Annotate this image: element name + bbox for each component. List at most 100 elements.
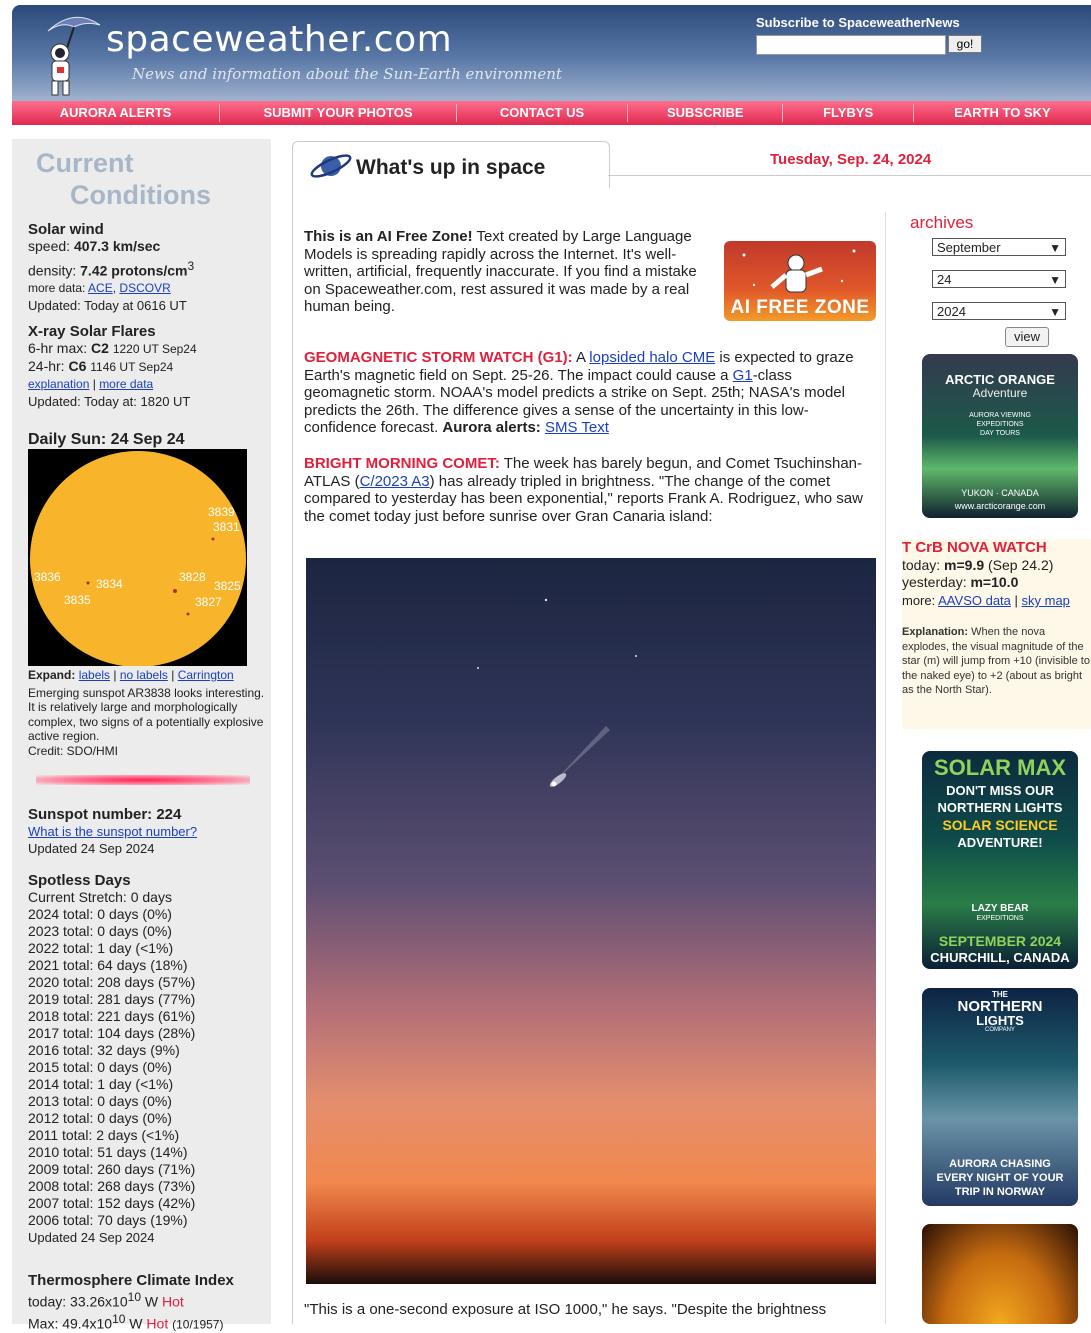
- xray-flares-block: X-ray Solar Flares 6-hr max: C2 1220 UT …: [28, 323, 268, 410]
- solar-max-ad[interactable]: SOLAR MAX DON'T MISS OUR NORTHERN LIGHTS…: [922, 751, 1078, 969]
- density-label: density:: [28, 262, 77, 279]
- sunspot-label: 3831: [213, 520, 240, 534]
- ad3-line3: LIGHTS: [976, 1013, 1024, 1028]
- xray-explanation-link[interactable]: explanation: [28, 377, 89, 391]
- sunspot-what-link[interactable]: What is the sunspot number?: [28, 824, 197, 839]
- sky-map-link[interactable]: sky map: [1022, 593, 1070, 608]
- nova-title: T CrB NOVA WATCH: [902, 539, 1047, 556]
- spotless-year-item: 2021 total: 64 days (18%): [28, 957, 188, 973]
- six-hr-label: 6-hr max:: [28, 340, 88, 356]
- subscribe-go-button[interactable]: go!: [948, 35, 982, 53]
- nav-earth-to-sky[interactable]: EARTH TO SKY: [914, 104, 1091, 122]
- spotless-days-block: Spotless Days Current Stretch: 0 days 20…: [28, 872, 268, 1246]
- ad1-line7: www.arcticorange.com: [954, 501, 1046, 511]
- tab-title: What's up in space: [356, 156, 546, 179]
- more-data-label: more data:: [28, 280, 86, 295]
- nav-subscribe[interactable]: SUBSCRIBE: [628, 104, 784, 122]
- nova-today-date: (Sep 24.2): [984, 557, 1054, 573]
- speed-label: speed:: [28, 238, 71, 254]
- archive-view-button[interactable]: view: [1005, 327, 1049, 347]
- ad2-line3: NORTHERN LIGHTS: [937, 800, 1063, 815]
- sun-labels-link[interactable]: labels: [79, 668, 110, 682]
- tci-today-unit: W: [141, 1293, 162, 1310]
- ai-free-bold: This is an AI Free Zone!: [304, 228, 473, 245]
- spotless-year-item: 2023 total: 0 days (0%): [28, 923, 172, 939]
- day-class: C6: [68, 358, 87, 374]
- comet-photo-caption: "This is a one-second exposure at ISO 10…: [304, 1301, 827, 1318]
- ad3-line5: AURORA CHASING: [949, 1158, 1051, 1170]
- ace-link[interactable]: ACE: [88, 281, 113, 295]
- spotless-updated: Updated 24 Sep 2024: [28, 1230, 155, 1245]
- ad2-line8: SEPTEMBER 2024: [938, 933, 1062, 949]
- sun-no-labels-link[interactable]: no labels: [120, 668, 168, 682]
- main-nav: AURORA ALERTS SUBMIT YOUR PHOTOS CONTACT…: [12, 101, 1091, 125]
- storm-title: GEOMAGNETIC STORM WATCH (G1):: [304, 349, 573, 366]
- nav-flybys[interactable]: FLYBYS: [783, 104, 914, 122]
- six-hr-class: C2: [91, 340, 109, 356]
- spotless-year-item: 2011 total: 2 days (<1%): [28, 1127, 180, 1143]
- sms-text-link[interactable]: SMS Text: [545, 419, 609, 436]
- ad1-line4: EXPEDITIONS: [976, 421, 1024, 428]
- title-line-2: Conditions: [70, 180, 211, 210]
- archive-day-value: 24: [937, 272, 952, 287]
- tci-max-date: (10/1957): [172, 1317, 224, 1332]
- sunspot-label: 3828: [179, 570, 206, 584]
- spotless-year-item: 2016 total: 32 days (9%): [28, 1042, 180, 1058]
- astronaut-umbrella-logo-icon[interactable]: [36, 11, 106, 101]
- archive-year-value: 2024: [937, 304, 966, 319]
- subscribe-email-input[interactable]: [756, 35, 946, 55]
- spotless-year-item: 2024 total: 0 days (0%): [28, 906, 172, 922]
- sun-image-ad[interactable]: [922, 1224, 1078, 1324]
- spotless-year-item: 2008 total: 268 days (73%): [28, 1178, 196, 1194]
- ad2-line6: LAZY BEAR: [971, 903, 1029, 914]
- nova-today-label: today:: [902, 557, 945, 573]
- comet-designation-link[interactable]: C/2023 A3: [360, 473, 430, 490]
- ad3-line4: COMPANY: [985, 1027, 1015, 1033]
- archive-month-select[interactable]: September ▼: [932, 238, 1066, 256]
- dscovr-link[interactable]: DSCOVR: [119, 281, 170, 295]
- ai-free-paragraph: This is an AI Free Zone! Text created by…: [304, 228, 714, 316]
- archive-day-select[interactable]: 24 ▼: [932, 270, 1066, 288]
- solar-wind-heading: Solar wind: [28, 221, 104, 238]
- storm-watch-paragraph: GEOMAGNETIC STORM WATCH (G1): A lopsided…: [304, 349, 869, 437]
- xray-heading: X-ray Solar Flares: [28, 323, 156, 340]
- ai-free-zone-badge[interactable]: AI FREE ZONE: [724, 241, 876, 321]
- archive-year-select[interactable]: 2024 ▼: [932, 302, 1066, 320]
- xray-more-data-link[interactable]: more data: [99, 377, 153, 391]
- halo-cme-link[interactable]: lopsided halo CME: [589, 349, 715, 366]
- spotless-year-item: 2022 total: 1 day (<1%): [28, 940, 174, 956]
- density-exponent: 3: [187, 259, 195, 273]
- aavso-link[interactable]: AAVSO data: [938, 593, 1011, 608]
- spotless-year-item: 2007 total: 152 days (42%): [28, 1195, 196, 1211]
- nav-contact-us[interactable]: CONTACT US: [457, 104, 629, 122]
- nav-aurora-alerts[interactable]: AURORA ALERTS: [12, 104, 221, 122]
- sunspot-heading: Sunspot number: 224: [28, 806, 182, 823]
- arctic-orange-ad[interactable]: ARCTIC ORANGE Adventure AURORA VIEWING E…: [922, 354, 1078, 518]
- daily-sun-caption: Emerging sunspot AR3838 looks interestin…: [28, 685, 265, 744]
- thermosphere-heading: Thermosphere Climate Index: [28, 1272, 234, 1289]
- subscribe-label: Subscribe to SpaceweatherNews: [756, 15, 960, 30]
- page-date: Tuesday, Sep. 24, 2024: [770, 151, 932, 168]
- sun-carrington-link[interactable]: Carrington: [178, 668, 234, 682]
- sunspot-label: 3825: [214, 579, 241, 593]
- northern-lights-company-ad[interactable]: THE NORTHERN LIGHTS COMPANY AURORA CHASI…: [922, 988, 1078, 1206]
- spotless-year-item: 2015 total: 0 days (0%): [28, 1059, 172, 1075]
- comet-photo[interactable]: [306, 558, 876, 1284]
- sunspot-label: 3827: [195, 595, 222, 609]
- nova-more-label: more:: [902, 593, 936, 608]
- daily-sun-image[interactable]: 3839 3831 3836 3834 3828 3825 3835 3827: [28, 449, 247, 666]
- spotless-year-item: 2012 total: 0 days (0%): [28, 1110, 172, 1126]
- ad2-line1: SOLAR MAX: [934, 755, 1066, 780]
- spotless-year-item: 2014 total: 1 day (<1%): [28, 1076, 174, 1092]
- section-divider: [36, 775, 250, 785]
- ad2-line4: SOLAR SCIENCE: [942, 817, 1058, 833]
- sunspot-label: 3836: [34, 570, 61, 584]
- tci-today: today: 33.26x10: [28, 1293, 128, 1310]
- ad2-line9: CHURCHILL, CANADA: [930, 950, 1070, 965]
- comet-paragraph: BRIGHT MORNING COMET: The week has barel…: [304, 455, 869, 525]
- site-title[interactable]: spaceweather.com: [106, 19, 452, 60]
- nav-submit-photos[interactable]: SUBMIT YOUR PHOTOS: [220, 104, 457, 122]
- chevron-down-icon: ▼: [1049, 305, 1061, 319]
- ad3-line7: TRIP IN NORWAY: [954, 1186, 1046, 1198]
- g1-link[interactable]: G1: [733, 367, 753, 384]
